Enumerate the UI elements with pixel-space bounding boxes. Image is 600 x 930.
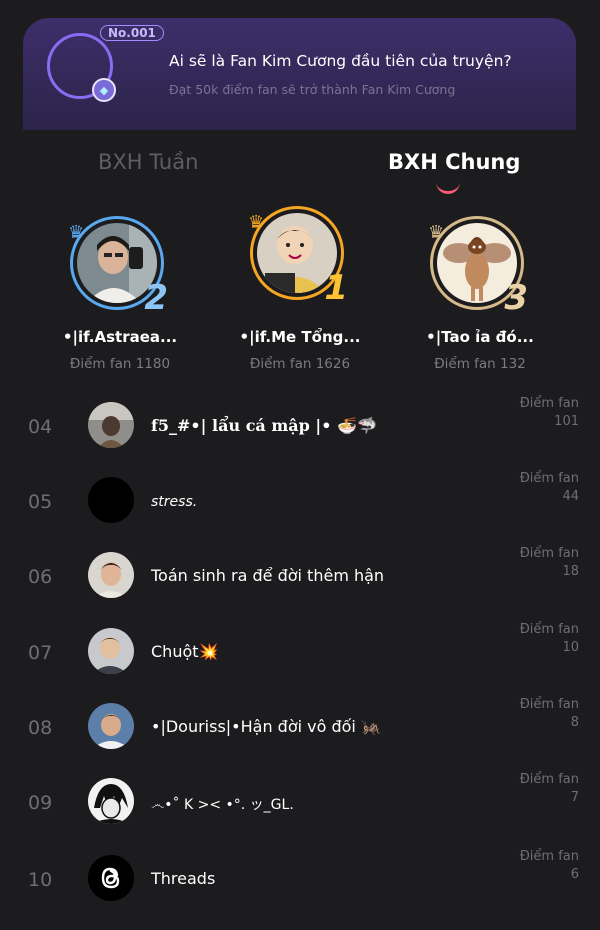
rank-badge: No.001 — [100, 25, 164, 41]
score-label: Điểm fan — [519, 772, 579, 787]
row-score: 10 — [562, 640, 579, 655]
row-score: 44 — [562, 489, 579, 504]
podium-rank-2[interactable]: ♛ 2 •|if.Astraea... Điểm fan 1180 — [35, 206, 205, 372]
row-name: Chuột💥 — [151, 642, 219, 661]
podium-name: •|if.Me Tổng... — [239, 328, 361, 346]
ranking-row[interactable]: 10 Threads Điểm fan 6 — [0, 849, 600, 930]
row-name: ෴•˚ K >< •°. ッ_GL. — [151, 797, 294, 813]
avatar — [88, 628, 134, 674]
crown-icon: ♛ — [68, 222, 85, 243]
row-rank: 06 — [28, 566, 53, 588]
score-label: Điểm fan — [519, 546, 579, 561]
avatar — [88, 402, 134, 448]
avatar — [88, 552, 134, 598]
ranking-row[interactable]: 06 Toán sinh ra để đời thêm hận Điểm fan… — [0, 546, 600, 627]
podium-score: Điểm fan 132 — [434, 356, 526, 372]
row-score: 8 — [570, 715, 579, 730]
row-name: stress. — [151, 494, 198, 510]
row-name: Toán sinh ra để đời thêm hận — [151, 566, 385, 585]
row-rank: 09 — [28, 792, 53, 814]
row-score: 7 — [570, 790, 579, 805]
avatar — [88, 703, 134, 749]
avatar — [88, 778, 134, 824]
row-score: 6 — [570, 867, 579, 882]
row-rank: 07 — [28, 642, 53, 664]
podium-score: Điểm fan 1180 — [69, 356, 171, 372]
banner-title: Ai sẽ là Fan Kim Cương đầu tiên của truy… — [169, 52, 512, 70]
ranking-row[interactable]: 05 stress. Điểm fan 44 — [0, 471, 600, 552]
podium-score: Điểm fan 1626 — [249, 356, 351, 372]
row-name: Threads — [151, 869, 216, 888]
score-label: Điểm fan — [519, 396, 579, 411]
podium-rank-3[interactable]: ♛ 3 •|Tao ỉa đó... Điểm fan 132 — [395, 206, 565, 372]
active-tab-indicator — [436, 181, 460, 194]
threads-logo-icon — [88, 855, 134, 901]
ranking-row[interactable]: 09 ෴•˚ K >< •°. ッ_GL. Điểm fan 7 — [0, 772, 600, 853]
row-rank: 08 — [28, 717, 53, 739]
row-name: •|Douriss|•Hận đời vô đối 🦗 — [151, 717, 381, 736]
row-rank: 04 — [28, 416, 53, 438]
crown-icon: ♛ — [428, 222, 445, 243]
podium-rank-1[interactable]: ♛ 1 •|if.Me Tổng... Điểm fan 1626 — [215, 206, 385, 372]
tab-weekly-ranking[interactable]: BXH Tuần — [98, 150, 198, 174]
rank-number: 3 — [504, 278, 528, 318]
podium-name: •|if.Astraea... — [62, 328, 178, 346]
row-rank: 10 — [28, 869, 53, 891]
tab-general-ranking[interactable]: BXH Chung — [388, 150, 520, 174]
score-label: Điểm fan — [519, 697, 579, 712]
score-label: Điểm fan — [519, 849, 579, 864]
rank-number: 1 — [324, 268, 348, 308]
row-score: 18 — [562, 564, 579, 579]
row-rank: 05 — [28, 491, 53, 513]
banner-subtitle: Đạt 50k điểm fan sẽ trở thành Fan Kim Cư… — [169, 82, 456, 97]
rank-number: 2 — [144, 278, 168, 318]
ranking-row[interactable]: 04 f5_#•| lẩu cá mập |• 🍜🦈 Điểm fan 101 — [0, 396, 600, 477]
diamond-fan-banner[interactable]: No.001 ◆ Ai sẽ là Fan Kim Cương đầu tiên… — [23, 18, 576, 130]
podium-name: •|Tao ỉa đó... — [426, 328, 534, 346]
avatar — [88, 477, 134, 523]
ranking-row[interactable]: 07 Chuột💥 Điểm fan 10 — [0, 622, 600, 703]
score-label: Điểm fan — [519, 471, 579, 486]
score-label: Điểm fan — [519, 622, 579, 637]
ranking-row[interactable]: 08 •|Douriss|•Hận đời vô đối 🦗 Điểm fan … — [0, 697, 600, 778]
diamond-icon: ◆ — [92, 78, 116, 102]
row-name: f5_#•| lẩu cá mập |• 🍜🦈 — [151, 416, 377, 435]
crown-icon: ♛ — [248, 212, 265, 233]
row-score: 101 — [554, 414, 579, 429]
